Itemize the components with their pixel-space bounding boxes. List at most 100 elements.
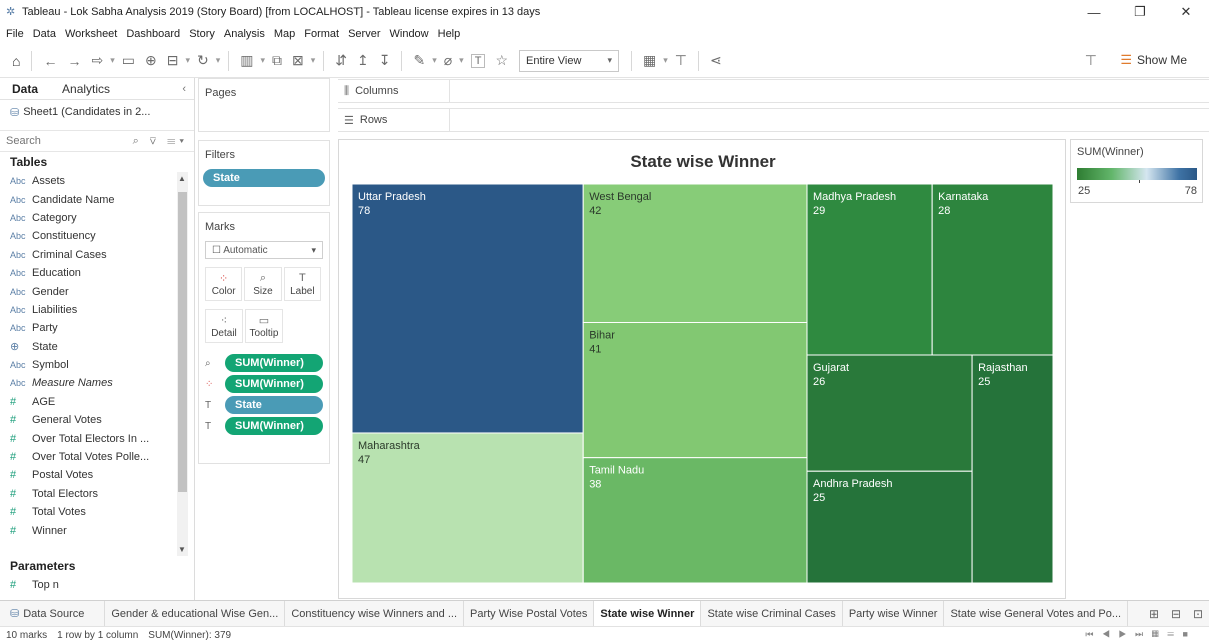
datasource-item[interactable]: ⛁ Sheet1 (Candidates in 2... (0, 100, 194, 124)
menu-server[interactable]: Server (348, 28, 380, 40)
field-item[interactable]: # Total Electors (0, 485, 194, 503)
menu-dashboard[interactable]: Dashboard (126, 28, 180, 40)
field-item[interactable]: # General Votes (0, 411, 194, 429)
group-members-icon[interactable]: ⌀ (444, 52, 452, 69)
tooltip-button[interactable]: ▭ Tooltip (245, 309, 283, 343)
search-filter-icons[interactable]: ⌕ ⊽ ☰▾ (133, 135, 188, 148)
show-cards-icon[interactable]: ▦ (643, 52, 656, 69)
show-me-button[interactable]: ☰ Show Me (1120, 52, 1187, 68)
rows-shelf[interactable]: ☰ Rows (338, 108, 1209, 132)
field-item[interactable]: # Total Votes (0, 503, 194, 521)
tab-analytics[interactable]: Analytics (50, 82, 122, 96)
menu-worksheet[interactable]: Worksheet (65, 28, 117, 40)
treemap-cell-west-bengal[interactable] (582, 183, 808, 323)
scrollbar-thumb[interactable] (178, 192, 187, 492)
field-item[interactable]: Abc Constituency (0, 227, 194, 245)
chevron-down-icon[interactable]: ▾ (185, 55, 190, 66)
label-pill-state[interactable]: State (225, 396, 323, 414)
field-item[interactable]: # Over Total Electors In ... (0, 429, 194, 447)
field-item[interactable]: Abc Education (0, 264, 194, 282)
field-item[interactable]: # AGE (0, 393, 194, 411)
menu-file[interactable]: File (6, 28, 24, 40)
label-button[interactable]: T Label (283, 267, 321, 301)
pin-icon[interactable]: ⊤ (1085, 52, 1097, 69)
field-item[interactable]: ⊕ State (0, 338, 194, 356)
menu-data[interactable]: Data (33, 28, 56, 40)
duplicate-sheet-icon[interactable]: ⧉ (272, 52, 282, 69)
tab-data[interactable]: Data (0, 82, 50, 96)
sheet-tab[interactable]: Gender & educational Wise Gen... (105, 600, 286, 627)
color-pill[interactable]: SUM(Winner) (225, 375, 323, 393)
treemap-cell-madhya-pradesh[interactable] (806, 183, 933, 356)
highlight-icon[interactable]: ✎ (413, 52, 425, 69)
chevron-down-icon[interactable]: ▾ (663, 55, 668, 66)
sheet-tab-active[interactable]: State wise Winner (594, 600, 702, 627)
home-icon[interactable]: ⌂ (12, 53, 20, 69)
field-item[interactable]: Abc Criminal Cases (0, 246, 194, 264)
size-button[interactable]: ⌕ Size (244, 267, 282, 301)
filters-card[interactable]: Filters State (198, 140, 330, 206)
sheet-tab[interactable]: Constituency wise Winners and ... (285, 600, 464, 627)
field-item[interactable]: # Winner (0, 521, 194, 539)
sheet-navigation-icons[interactable]: ⏮ ◀ ▶ ⏭ ▦ ☰ ■ (1085, 629, 1191, 640)
field-item[interactable]: Abc Candidate Name (0, 190, 194, 208)
pause-updates-icon[interactable]: ⊟ (167, 52, 179, 69)
view-fit-select[interactable]: Entire View ▾ (519, 49, 619, 72)
undo-icon[interactable]: ← (43, 53, 57, 69)
new-worksheet-icon[interactable]: ▥ (240, 52, 253, 69)
menu-window[interactable]: Window (390, 28, 429, 40)
treemap-cell-bihar[interactable] (582, 321, 808, 459)
color-button[interactable]: ⁘ Color (205, 267, 243, 301)
menu-help[interactable]: Help (438, 28, 461, 40)
chevron-down-icon[interactable]: ▾ (110, 55, 115, 66)
field-item[interactable]: Abc Symbol (0, 356, 194, 374)
maximize-button[interactable]: ❐ (1117, 0, 1163, 24)
label-pill-winner[interactable]: SUM(Winner) (225, 417, 323, 435)
treemap-cell-maharashtra[interactable] (351, 432, 584, 584)
field-item[interactable]: # Postal Votes (0, 466, 194, 484)
collapse-icon[interactable]: ‹ (182, 83, 186, 95)
clear-sheet-icon[interactable]: ⊠ (292, 52, 304, 69)
menu-analysis[interactable]: Analysis (224, 28, 265, 40)
filter-pill-state[interactable]: State (203, 169, 325, 187)
chevron-down-icon[interactable]: ▾ (432, 55, 437, 66)
field-list-scrollbar[interactable]: ▲ ▼ (177, 172, 188, 556)
field-item[interactable]: Abc Liabilities (0, 301, 194, 319)
treemap-cell-rajasthan[interactable] (971, 354, 1054, 584)
mark-type-select[interactable]: ☐ Automatic ▾ (205, 241, 323, 259)
data-source-tab[interactable]: ⛁ Data Source (0, 600, 106, 627)
new-worksheet-icon[interactable]: ⊞ (1143, 607, 1165, 621)
close-button[interactable]: ✕ (1163, 0, 1209, 24)
chevron-down-icon[interactable]: ▾ (311, 55, 316, 66)
field-item[interactable]: Abc Measure Names (0, 374, 194, 392)
show-mark-labels-icon[interactable]: T (470, 53, 486, 68)
size-pill[interactable]: SUM(Winner) (225, 354, 323, 372)
field-item[interactable]: Abc Gender (0, 282, 194, 300)
sheet-tab[interactable]: Party wise Winner (843, 600, 945, 627)
detail-button[interactable]: ⁖ Detail (205, 309, 243, 343)
refresh-icon[interactable]: ↻ (197, 52, 209, 69)
chevron-down-icon[interactable]: ▾ (216, 55, 221, 66)
pages-card[interactable]: Pages (198, 78, 330, 132)
presentation-mode-icon[interactable]: ⊤ (675, 52, 687, 69)
menu-story[interactable]: Story (189, 28, 215, 40)
sheet-tab[interactable]: State wise General Votes and Po... (944, 600, 1129, 627)
new-story-icon[interactable]: ⊡ (1187, 607, 1209, 621)
scroll-up-icon[interactable]: ▲ (178, 174, 186, 183)
field-item[interactable]: Abc Assets (0, 172, 194, 190)
share-icon[interactable]: ⋖ (710, 52, 722, 69)
treemap-cell-uttar-pradesh[interactable] (351, 183, 584, 434)
field-item[interactable]: Abc Category (0, 209, 194, 227)
replay-icon[interactable]: ⇨ (91, 52, 103, 69)
menu-format[interactable]: Format (304, 28, 339, 40)
scroll-down-icon[interactable]: ▼ (178, 545, 186, 554)
swap-rows-columns-icon[interactable]: ⇵ (335, 52, 347, 69)
menu-map[interactable]: Map (274, 28, 295, 40)
chevron-down-icon[interactable]: ▾ (260, 55, 265, 66)
save-icon[interactable]: ▭ (122, 52, 135, 69)
fix-axes-icon[interactable]: ☆ (495, 52, 508, 69)
new-dashboard-icon[interactable]: ⊟ (1165, 607, 1187, 621)
search-input[interactable] (6, 135, 66, 147)
field-item[interactable]: # Over Total Votes Polle... (0, 448, 194, 466)
columns-shelf[interactable]: ⫼ Columns (338, 79, 1209, 103)
